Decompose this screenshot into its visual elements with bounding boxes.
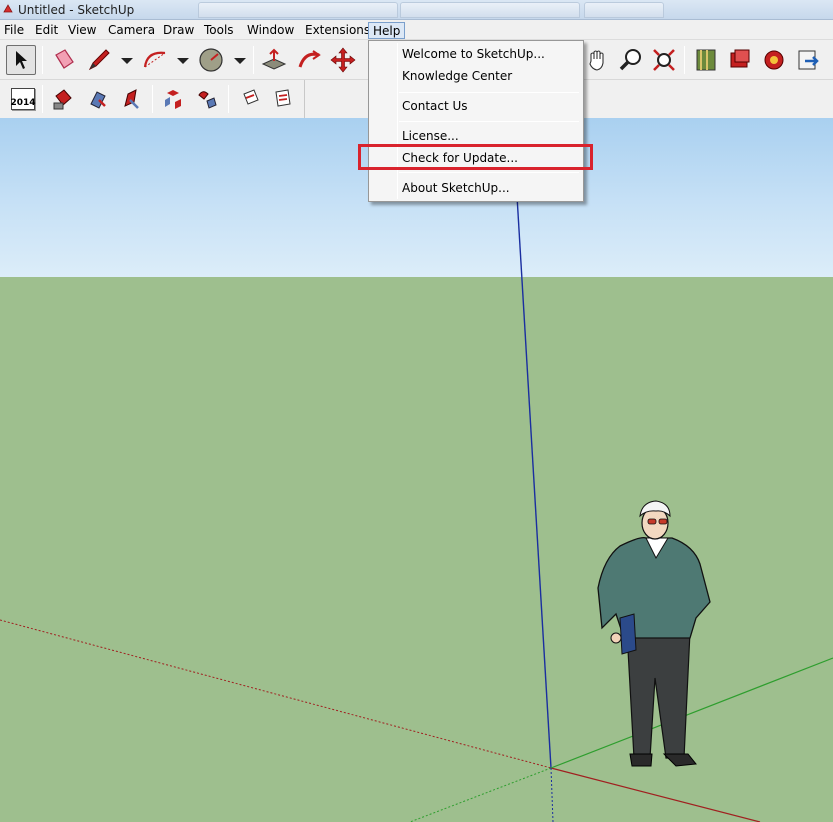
menu-tools[interactable]: Tools (200, 22, 238, 39)
3d-warehouse-button[interactable] (725, 45, 755, 75)
scale-tool-button[interactable] (192, 84, 222, 114)
background-tab[interactable] (584, 2, 664, 18)
select-tool-button[interactable] (6, 45, 36, 75)
arc-dropdown-arrow[interactable] (177, 58, 189, 64)
pencil-icon (88, 49, 110, 71)
pencil-tool-button[interactable] (84, 45, 114, 75)
extension-warehouse-button[interactable] (759, 45, 789, 75)
section-display-icon (275, 89, 291, 107)
follow-me-icon (298, 50, 321, 68)
rotate-tool-button[interactable] (158, 84, 188, 114)
green-axis-negative (409, 767, 552, 822)
select-arrow-icon (16, 51, 27, 69)
follow-me-tool-button[interactable] (294, 45, 324, 75)
share-model-icon (798, 50, 819, 70)
map-icon (696, 49, 716, 71)
toolbar-separator (152, 85, 153, 113)
text-tool-button[interactable] (116, 84, 146, 114)
menu-separator (399, 172, 579, 173)
component-icon (124, 89, 139, 109)
tape-tool-button[interactable] (83, 84, 113, 114)
menu-view[interactable]: View (64, 22, 100, 39)
year-label: 2014 (10, 88, 36, 110)
rotate-icon (165, 90, 181, 109)
red-axis-positive (550, 767, 761, 822)
zoom-magnifier-icon (619, 49, 641, 71)
move-icon (330, 47, 356, 73)
zoom-extents-button[interactable] (649, 45, 679, 75)
green-axis-positive (550, 657, 833, 769)
window-title: Untitled - SketchUp (18, 3, 135, 17)
section-plane-icon (243, 89, 259, 105)
paint-tool-button[interactable] (48, 84, 78, 114)
menu-item-contact-us[interactable]: Contact Us (402, 96, 468, 116)
toolbar-separator (228, 85, 229, 113)
menu-item-license[interactable]: License... (402, 126, 459, 146)
red-axis-negative (0, 619, 552, 769)
push-pull-tool-button[interactable] (259, 45, 289, 75)
scale-icon (198, 91, 217, 109)
sketchup-logo-icon (3, 4, 13, 13)
menu-icon-gutter (397, 43, 398, 199)
drawing-viewport[interactable] (0, 118, 833, 822)
menu-item-about[interactable]: About SketchUp... (402, 178, 510, 198)
check-for-update-highlight-box (358, 144, 593, 170)
menu-camera[interactable]: Camera (104, 22, 159, 39)
push-pull-icon (261, 48, 287, 70)
menu-window[interactable]: Window (243, 22, 298, 39)
extension-warehouse-icon (764, 50, 784, 70)
pencil-dropdown-arrow[interactable] (121, 58, 133, 64)
menu-draw[interactable]: Draw (159, 22, 198, 39)
menu-item-knowledge-center[interactable]: Knowledge Center (402, 66, 512, 86)
background-tab[interactable] (400, 2, 580, 18)
zoom-extents-icon (653, 49, 675, 71)
toolbar-separator (253, 46, 254, 74)
protractor-icon (199, 48, 223, 72)
arc-tool-button[interactable] (140, 45, 170, 75)
section-display-button[interactable] (268, 84, 298, 114)
add-location-button[interactable] (691, 45, 721, 75)
toolbar-separator (42, 85, 43, 113)
menu-bar: File Edit View Camera Draw Tools Window … (0, 20, 833, 40)
menu-separator (399, 121, 579, 122)
paint-bucket-icon (53, 89, 72, 110)
menu-extensions[interactable]: Extensions (301, 22, 374, 39)
menu-help[interactable]: Help (368, 22, 406, 39)
blue-axis (516, 195, 552, 769)
menu-separator (399, 92, 579, 93)
background-tab[interactable] (198, 2, 398, 18)
pan-tool-button[interactable] (583, 45, 613, 75)
warehouse-icon (730, 49, 750, 68)
protractor-tool-button[interactable] (196, 45, 226, 75)
eraser-tool-button[interactable] (49, 45, 79, 75)
section-plane-button[interactable] (236, 84, 266, 114)
toolbar-separator (684, 46, 685, 74)
arc-icon (143, 51, 166, 68)
title-bar: Untitled - SketchUp (0, 0, 833, 20)
scale-figure-person (597, 500, 711, 767)
axes (0, 195, 833, 822)
menu-file[interactable]: File (0, 22, 28, 39)
help-dropdown-menu: Welcome to SketchUp... Knowledge Center … (368, 40, 584, 202)
menu-edit[interactable]: Edit (31, 22, 62, 39)
blue-axis-negative (550, 767, 554, 822)
version-button[interactable]: 2014 (8, 84, 38, 114)
pan-hand-icon (589, 50, 604, 71)
protractor-dropdown-arrow[interactable] (234, 58, 246, 64)
tape-measure-icon (90, 91, 106, 109)
menu-item-welcome[interactable]: Welcome to SketchUp... (402, 44, 545, 64)
share-model-button[interactable] (793, 45, 823, 75)
zoom-tool-button[interactable] (616, 45, 646, 75)
move-tool-button[interactable] (328, 45, 358, 75)
secondary-toolbar: 2014 (0, 80, 305, 118)
toolbar-separator (42, 46, 43, 74)
eraser-icon (55, 49, 74, 69)
